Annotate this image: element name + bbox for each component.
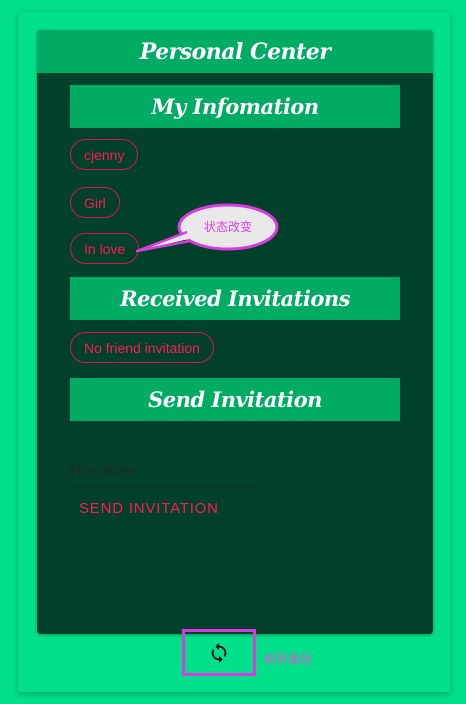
card-header: Personal Center bbox=[37, 30, 433, 73]
personal-center-card: Personal Center My Infomation cjenny Gir… bbox=[37, 30, 433, 634]
status-chip[interactable]: In love bbox=[70, 233, 140, 264]
send-invitation-button[interactable]: SEND INVITATION bbox=[70, 492, 228, 524]
send-invitation-title: Send Invitation bbox=[148, 387, 322, 412]
refresh-label: 刷页面后 bbox=[264, 652, 313, 666]
username-chip[interactable]: cjenny bbox=[70, 139, 139, 170]
refresh-icon bbox=[211, 642, 227, 663]
receiver-input[interactable] bbox=[70, 456, 258, 487]
refresh-button[interactable] bbox=[182, 629, 256, 676]
no-invitation-chip[interactable]: No friend invitation bbox=[70, 332, 214, 363]
my-information-title: My Infomation bbox=[151, 94, 319, 119]
gender-chip[interactable]: Girl bbox=[70, 187, 120, 218]
status-change-label: 状态改变 bbox=[203, 220, 252, 234]
received-invitations-title: Received Invitations bbox=[120, 286, 350, 311]
page-title: Personal Center bbox=[139, 38, 331, 65]
send-invitation-header: Send Invitation bbox=[70, 378, 400, 421]
my-information-header: My Infomation bbox=[70, 85, 400, 128]
received-invitations-header: Received Invitations bbox=[70, 277, 400, 320]
